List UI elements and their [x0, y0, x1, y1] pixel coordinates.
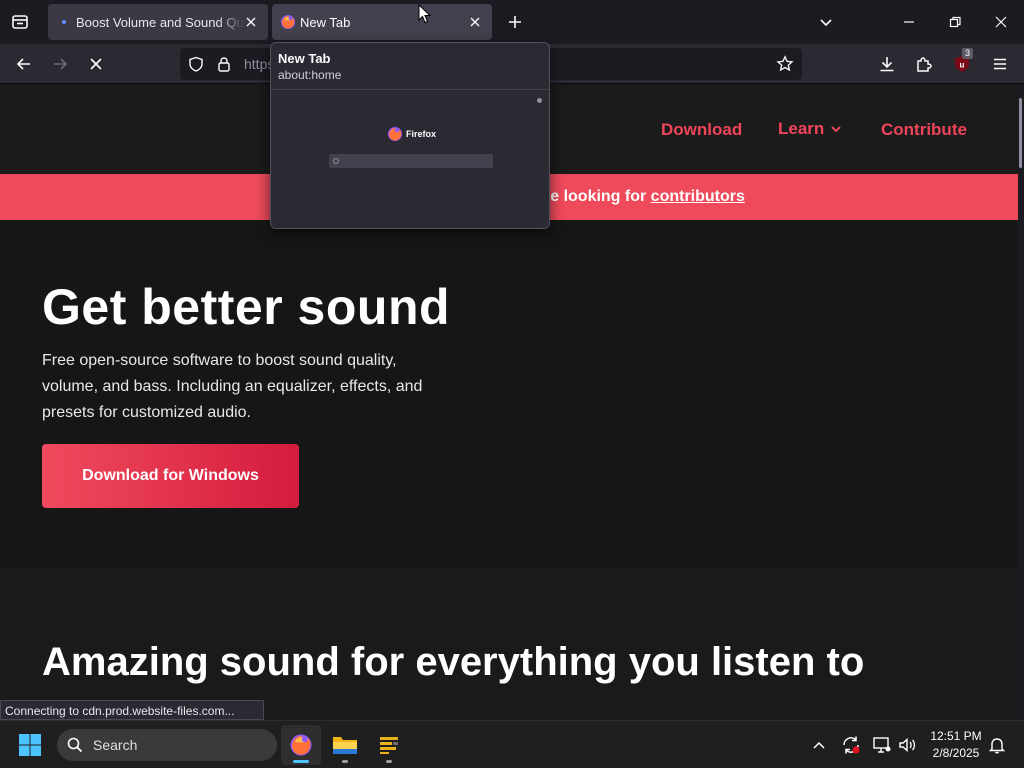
nav-learn-link[interactable]: Learn: [778, 119, 842, 139]
hamburger-menu-icon: [994, 58, 1006, 70]
bell-icon: [988, 738, 1006, 754]
running-indicator: [386, 760, 392, 763]
sync-tray-button[interactable]: [840, 734, 862, 756]
active-indicator: [293, 760, 309, 763]
taskbar-firefox[interactable]: [281, 725, 321, 765]
firefox-view-icon: [12, 15, 28, 29]
minimize-icon: [904, 21, 914, 23]
forward-button[interactable]: [48, 52, 72, 76]
windows-logo-icon: [19, 734, 41, 756]
tab-hover-preview: New Tab about:home Firefox: [270, 42, 550, 229]
windows-taskbar: Search 12:51 PM 2/8/2025: [0, 720, 1024, 768]
loading-dot-icon: [62, 20, 66, 24]
thumbnail-logo: Firefox: [387, 126, 436, 142]
arrow-left-icon: [16, 58, 30, 70]
show-hidden-icons-button[interactable]: [809, 735, 829, 755]
app-menu-button[interactable]: [988, 52, 1012, 76]
tracking-protection-icon[interactable]: [188, 56, 204, 72]
chevron-down-icon: [831, 126, 842, 133]
firefox-logo-icon: [280, 14, 296, 30]
back-button[interactable]: [12, 52, 36, 76]
nav-download-link[interactable]: Download: [661, 120, 742, 140]
clock-date[interactable]: 2/8/2025: [925, 746, 987, 760]
page-scrollbar[interactable]: [1018, 84, 1024, 720]
notifications-button[interactable]: [987, 735, 1007, 755]
lock-icon[interactable]: [216, 56, 232, 72]
start-button[interactable]: [16, 731, 44, 759]
taskbar-search[interactable]: Search: [57, 729, 277, 761]
restore-button[interactable]: [943, 10, 967, 34]
firefox-logo-icon: [290, 734, 312, 756]
restore-icon: [949, 16, 961, 28]
running-indicator: [342, 760, 348, 763]
volume-tray-button[interactable]: [897, 735, 917, 755]
tab-new-tab[interactable]: New Tab: [272, 4, 492, 40]
close-tab-button[interactable]: [466, 13, 484, 31]
taskbar-file-explorer[interactable]: [325, 725, 365, 765]
nav-contribute-link[interactable]: Contribute: [881, 120, 967, 140]
preview-url: about:home: [278, 68, 342, 82]
stop-icon: [90, 58, 102, 70]
preview-thumbnail: Firefox: [271, 89, 549, 228]
extensions-button[interactable]: [912, 52, 936, 76]
bookmark-star-button[interactable]: [776, 55, 794, 73]
firefox-logo-icon: [388, 127, 402, 141]
new-tab-button[interactable]: [503, 10, 527, 34]
thumbnail-brand: Firefox: [406, 129, 437, 139]
banner-message: re looking for: [544, 188, 651, 205]
svg-text:u: u: [960, 61, 965, 70]
tab-title: New Tab: [300, 14, 351, 30]
ublock-extension-button[interactable]: u 3: [950, 48, 974, 76]
clock-time[interactable]: 12:51 PM: [925, 729, 987, 743]
network-tray-button[interactable]: [872, 735, 892, 755]
nav-learn-label: Learn: [778, 119, 825, 138]
arrow-right-icon: [54, 58, 68, 70]
close-icon: [470, 17, 480, 27]
search-label: Search: [93, 737, 138, 753]
thumbnail-search-box: [329, 154, 493, 168]
close-icon: [995, 16, 1007, 28]
equalizer-app-icon: [380, 737, 398, 754]
banner-text: re looking for contributors: [544, 188, 745, 206]
chevron-down-icon: [820, 19, 832, 27]
tab-boost-volume[interactable]: Boost Volume and Sound Quality: [48, 4, 268, 40]
scrollbar-thumb[interactable]: [1019, 98, 1022, 168]
section-title: Amazing sound for everything you listen …: [42, 640, 865, 684]
thumbnail-search-icon: [333, 158, 339, 164]
downloads-button[interactable]: [875, 52, 899, 76]
list-all-tabs-button[interactable]: [814, 10, 838, 34]
chevron-up-icon: [813, 741, 825, 749]
extension-badge: 3: [962, 48, 973, 59]
thumbnail-dot-icon: [537, 98, 542, 103]
star-icon: [776, 55, 794, 72]
plus-icon: [509, 16, 521, 28]
preview-title: New Tab: [278, 51, 331, 66]
hero-description: Free open-source software to boost sound…: [42, 352, 423, 421]
puzzle-icon: [917, 57, 932, 72]
status-panel: Connecting to cdn.prod.website-files.com…: [0, 700, 264, 720]
tab-title: Boost Volume and Sound Quality: [76, 14, 244, 30]
sync-icon: [843, 736, 860, 754]
speaker-icon: [899, 737, 916, 753]
network-icon: [873, 737, 891, 753]
taskbar-app-equalizer[interactable]: [369, 725, 409, 765]
close-icon: [246, 17, 256, 27]
contributors-link[interactable]: contributors: [651, 188, 745, 205]
firefox-view-button[interactable]: [8, 10, 32, 34]
tab-strip: Boost Volume and Sound Quality New Tab: [0, 0, 1024, 44]
minimize-button[interactable]: [897, 10, 921, 34]
close-window-button[interactable]: [989, 10, 1013, 34]
folder-icon: [333, 737, 357, 754]
mouse-cursor-icon: [418, 4, 432, 24]
search-icon: [67, 737, 83, 753]
download-for-windows-button[interactable]: Download for Windows: [42, 444, 299, 508]
download-icon: [880, 57, 894, 72]
hero-title: Get better sound: [42, 279, 451, 335]
close-tab-button[interactable]: [242, 13, 260, 31]
stop-button[interactable]: [84, 52, 108, 76]
